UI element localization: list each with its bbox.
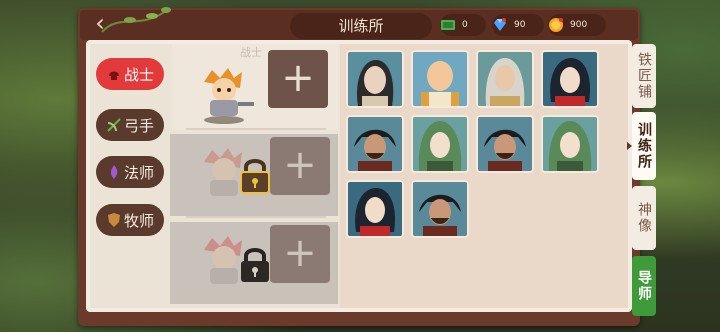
hero-portrait[interactable]	[411, 50, 469, 108]
black-lock-icon	[241, 248, 269, 282]
slot-divider	[186, 128, 326, 130]
class-mage-label: 法师	[123, 163, 154, 182]
class-priest-label: 牧师	[123, 211, 154, 230]
gem-value: 90	[514, 20, 526, 30]
slot-divider	[186, 216, 326, 218]
class-mage-button[interactable]: 法师	[96, 156, 164, 188]
tab-mentor[interactable]: 导师	[632, 256, 656, 316]
class-warrior-button[interactable]: 战士	[96, 58, 164, 90]
flame-icon	[110, 165, 118, 179]
cash-icon	[438, 15, 458, 35]
tab-blacksmith[interactable]: 铁匠铺	[632, 44, 656, 108]
gold-counter: 900	[548, 14, 606, 36]
back-button[interactable]: ‹	[88, 11, 112, 36]
gold-value: 900	[570, 20, 588, 30]
bow-icon	[107, 118, 121, 132]
hero-portrait[interactable]	[411, 115, 469, 173]
warrior-chibi	[204, 68, 254, 124]
hero-portrait[interactable]	[346, 115, 404, 173]
hero-portrait[interactable]	[476, 115, 534, 173]
helmet-icon	[108, 71, 119, 80]
gold-coin-icon	[546, 15, 566, 35]
class-priest-button[interactable]: 牧师	[96, 204, 164, 236]
slot-class-label: 战士	[240, 46, 262, 59]
gem-counter: 90	[492, 14, 544, 36]
vine-decoration	[101, 7, 171, 33]
class-archer-label: 弓手	[123, 116, 154, 135]
tab-training[interactable]: 训练所	[632, 112, 656, 180]
hero-portrait[interactable]	[476, 50, 534, 108]
hero-portrait[interactable]	[346, 180, 404, 238]
hero-portrait[interactable]	[541, 50, 599, 108]
gold-lock-icon	[240, 159, 270, 194]
cash-counter: 0	[440, 14, 486, 36]
hero-portrait[interactable]	[346, 50, 404, 108]
class-warrior-label: 战士	[123, 65, 154, 84]
class-archer-button[interactable]: 弓手	[96, 109, 164, 141]
shield-icon	[107, 213, 120, 227]
hero-portrait[interactable]	[541, 115, 599, 173]
gem-icon	[490, 15, 510, 35]
add-hero-button[interactable]: +	[268, 50, 328, 108]
hero-portrait[interactable]	[411, 180, 469, 238]
page-title: 训练所	[290, 13, 432, 39]
tab-statue[interactable]: 神像	[632, 186, 656, 250]
add-hero-button-locked: +	[270, 225, 330, 283]
cash-value: 0	[462, 20, 468, 30]
add-hero-button-locked: +	[270, 137, 330, 195]
